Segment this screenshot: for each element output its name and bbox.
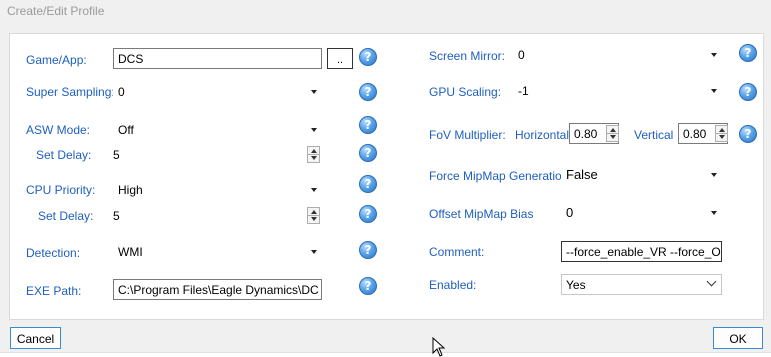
cancel-button[interactable]: Cancel (10, 327, 61, 349)
dropdown-arrow-icon (311, 188, 317, 192)
help-icon[interactable]: ? (359, 277, 377, 295)
detection-select[interactable]: WMI (113, 241, 322, 262)
spin-buttons[interactable] (606, 125, 619, 142)
window-title: Create/Edit Profile (0, 0, 771, 25)
cpu-set-delay-value: 5 (113, 209, 120, 223)
super-sampling-value: 0 (118, 85, 125, 99)
fov-horizontal-stepper[interactable]: 0.80 (569, 123, 619, 144)
cpu-priority-value: High (118, 183, 143, 197)
help-icon[interactable]: ? (359, 116, 377, 134)
help-icon[interactable]: ? (739, 83, 757, 101)
comment-field[interactable]: --force_enable_VR --force_O (561, 241, 722, 262)
gpu-scaling-label: GPU Scaling: (429, 85, 502, 99)
help-icon[interactable]: ? (359, 83, 377, 101)
enabled-label: Enabled: (429, 278, 477, 292)
asw-set-delay-value: 5 (113, 148, 120, 162)
asw-mode-select[interactable]: Off (113, 119, 322, 140)
asw-set-delay-stepper[interactable]: 5 (108, 144, 322, 165)
dropdown-arrow-icon (711, 173, 717, 177)
dropdown-arrow-icon (311, 250, 317, 254)
force-mipmap-value: False (566, 167, 598, 182)
browse-button[interactable]: .. (327, 48, 353, 69)
force-mipmap-select[interactable]: False (561, 164, 722, 185)
arrow-up-icon (311, 210, 317, 214)
arrow-up-icon (610, 128, 616, 132)
arrow-down-icon (311, 156, 317, 160)
help-icon[interactable]: ? (359, 48, 377, 66)
detection-value: WMI (118, 245, 143, 259)
cpu-priority-select[interactable]: High (113, 179, 322, 200)
exe-path-field[interactable]: C:\Program Files\Eagle Dynamics\DC (113, 279, 322, 300)
offset-mipmap-select[interactable]: 0 (561, 202, 722, 223)
fov-horizontal-value: 0.80 (574, 127, 598, 141)
offset-mipmap-value: 0 (566, 205, 574, 220)
arrow-up-icon (311, 149, 317, 153)
dropdown-arrow-icon (711, 89, 717, 93)
dropdown-arrow-icon (711, 53, 717, 57)
ok-button[interactable]: OK (713, 327, 763, 349)
super-sampling-select[interactable]: 0 (113, 81, 322, 102)
fov-multiplier-label: FoV Multiplier: (429, 128, 506, 142)
arrow-down-icon (610, 135, 616, 139)
spin-buttons[interactable] (715, 125, 728, 142)
chevron-down-icon (706, 276, 717, 287)
arrow-down-icon (719, 135, 725, 139)
game-app-label: Game/App: (26, 53, 87, 67)
dropdown-arrow-icon (311, 128, 317, 132)
super-sampling-label: Super Sampling: (26, 85, 115, 99)
help-icon[interactable]: ? (359, 241, 377, 259)
mouse-cursor-icon (432, 337, 446, 357)
spin-buttons[interactable] (307, 146, 320, 163)
arrow-down-icon (311, 217, 317, 221)
cpu-set-delay-stepper[interactable]: 5 (108, 205, 322, 226)
help-icon[interactable]: ? (359, 205, 377, 223)
force-mipmap-label: Force MipMap Generation (429, 169, 569, 183)
comment-label: Comment: (429, 245, 485, 259)
help-icon[interactable]: ? (739, 44, 757, 62)
detection-label: Detection: (26, 246, 81, 260)
divider (607, 133, 618, 134)
cpu-priority-label: CPU Priority: (26, 183, 96, 197)
fov-vertical-value: 0.80 (683, 127, 707, 141)
fov-vertical-label: Vertical (634, 128, 674, 142)
dialog-body: Game/App: DCS .. ? Super Sampling: 0 ? A… (0, 25, 771, 357)
settings-panel: Game/App: DCS .. ? Super Sampling: 0 ? A… (9, 33, 764, 320)
help-icon[interactable]: ? (359, 144, 377, 162)
fov-horizontal-label: Horizontal (515, 128, 570, 142)
cpu-set-delay-label: Set Delay: (38, 209, 94, 223)
asw-set-delay-label: Set Delay: (36, 148, 92, 162)
screen-mirror-label: Screen Mirror: (429, 49, 506, 63)
asw-mode-value: Off (118, 123, 134, 137)
spin-buttons[interactable] (307, 207, 320, 224)
help-icon[interactable]: ? (359, 175, 377, 193)
help-icon[interactable]: ? (739, 125, 757, 143)
asw-mode-label: ASW Mode: (26, 123, 91, 137)
gpu-scaling-select[interactable]: -1 (513, 80, 722, 101)
enabled-select[interactable]: Yes (561, 274, 722, 295)
divider (308, 154, 319, 155)
offset-mipmap-label: Offset MipMap Bias (429, 207, 534, 221)
dropdown-arrow-icon (311, 90, 317, 94)
dropdown-arrow-icon (711, 211, 717, 215)
divider (308, 215, 319, 216)
game-app-field[interactable]: DCS (113, 48, 322, 69)
exe-path-label: EXE Path: (26, 284, 82, 298)
divider (716, 133, 727, 134)
screen-mirror-value: 0 (518, 48, 525, 62)
enabled-value: Yes (566, 278, 586, 292)
fov-vertical-stepper[interactable]: 0.80 (678, 123, 728, 144)
arrow-up-icon (719, 128, 725, 132)
background-window-strip (0, 352, 771, 357)
gpu-scaling-value: -1 (518, 84, 529, 98)
screen-mirror-select[interactable]: 0 (513, 44, 722, 65)
